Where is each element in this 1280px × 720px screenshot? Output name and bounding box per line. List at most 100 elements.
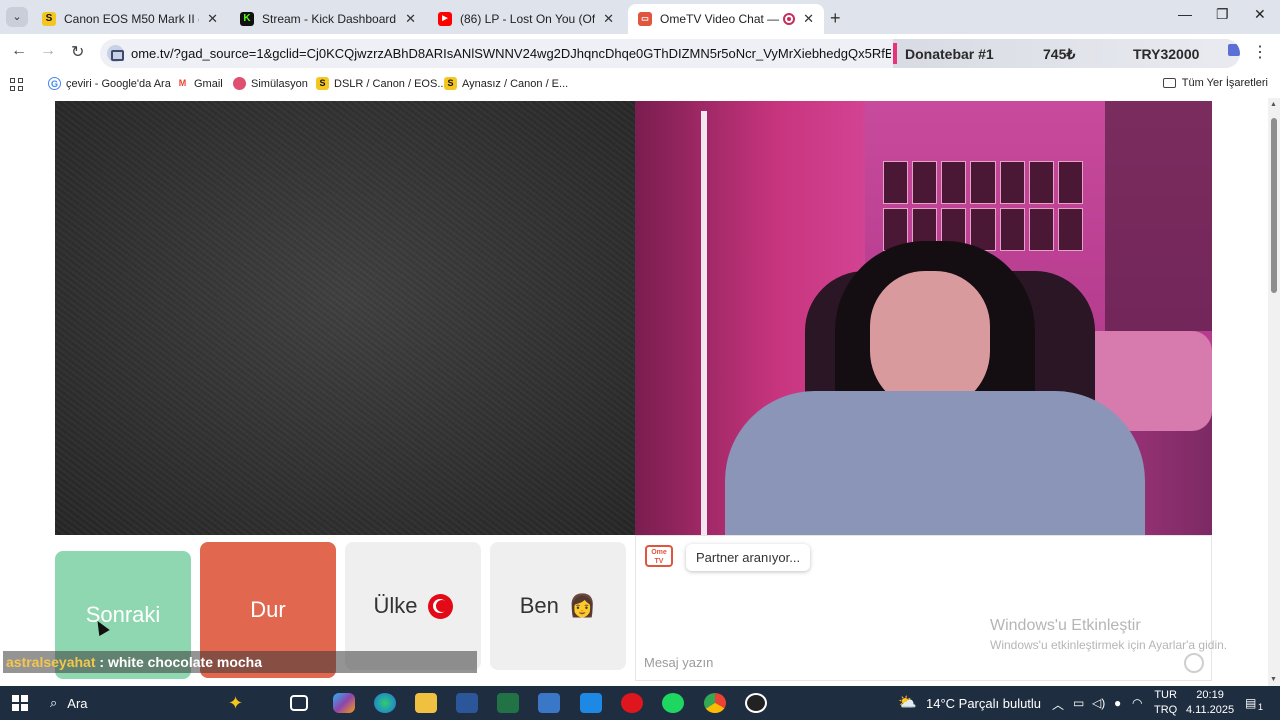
youtube-icon: ▶: [438, 12, 452, 26]
chat-message: : white chocolate mocha: [95, 654, 262, 670]
browser-toolbar: ← → ↻ ome.tv/?gad_source=1&gclid=Cj0KCQj…: [0, 34, 1280, 72]
calculator-icon[interactable]: [538, 693, 560, 713]
partner-video: [635, 101, 1212, 535]
url-text[interactable]: ome.tv/?gad_source=1&gclid=Cj0KCQjwzrzAB…: [131, 46, 891, 61]
tab-title: (86) LP - Lost On You (Official M: [460, 12, 595, 26]
message-input[interactable]: Mesaj yazın: [644, 655, 713, 670]
maximize-button[interactable]: ❐: [1216, 6, 1229, 23]
bookmark-simulation[interactable]: Simülasyon: [233, 77, 308, 90]
bookmark-google[interactable]: G çeviri - Google'da Ara: [48, 77, 171, 90]
microphone-icon[interactable]: ●: [1114, 696, 1121, 710]
bookmark-mirrorless[interactable]: S Aynasız / Canon / E...: [444, 77, 568, 90]
simulation-icon: [233, 77, 246, 90]
donatebar-amount: 745₺: [1043, 46, 1076, 62]
activation-title: Windows'u Etkinleştir: [990, 617, 1141, 634]
site-info-icon[interactable]: [107, 45, 124, 62]
task-view-icon[interactable]: [290, 695, 308, 711]
volume-icon[interactable]: ◁): [1092, 696, 1105, 710]
recording-icon: [783, 13, 796, 25]
stop-label: Dur: [250, 597, 286, 622]
word-icon[interactable]: [456, 693, 478, 713]
country-label: Ülke: [373, 593, 418, 618]
spotify-icon[interactable]: [662, 693, 684, 713]
scrollbar-thumb[interactable]: [1271, 118, 1277, 293]
minimize-button[interactable]: —: [1178, 6, 1192, 22]
activation-subtitle: Windows'u etkinleştirmek için Ayarlar'a …: [990, 638, 1228, 652]
gender-label: Ben: [519, 593, 559, 618]
emoji-icon[interactable]: [1184, 653, 1204, 673]
taskbar-search[interactable]: ⌕ Ara: [50, 695, 88, 711]
donatebar-accent: [893, 43, 897, 64]
close-icon[interactable]: ✕: [603, 11, 614, 27]
address-bar[interactable]: ome.tv/?gad_source=1&gclid=Cj0KCQjwzrzAB…: [100, 39, 1240, 68]
folder-icon: [1162, 78, 1176, 88]
bookmark-label: DSLR / Canon / EOS...: [334, 77, 447, 90]
windows-start-icon[interactable]: [12, 695, 28, 711]
back-button[interactable]: ←: [11, 42, 27, 60]
chat-panel: Ome TV Partner aranıyor... Mesaj yazın: [635, 535, 1212, 681]
excel-icon[interactable]: [497, 693, 519, 713]
browser-menu-icon[interactable]: ⋮: [1252, 42, 1268, 62]
scroll-down-icon[interactable]: ▼: [1270, 676, 1277, 683]
reload-button[interactable]: ↻: [71, 42, 84, 62]
tab-search-button[interactable]: ⌄: [6, 7, 28, 27]
bookmark-label: Simülasyon: [251, 77, 308, 90]
bookmarks-bar: G çeviri - Google'da Ara M Gmail Simülas…: [0, 72, 1280, 98]
donatebar-goal: TRY32000: [1133, 46, 1200, 62]
video-person-body: [725, 391, 1145, 535]
notification-icon[interactable]: ▤: [1245, 696, 1256, 710]
close-icon[interactable]: ✕: [405, 11, 416, 27]
network-icon[interactable]: ▭: [1073, 696, 1084, 710]
kick-icon: K: [240, 12, 254, 26]
apps-grid-icon[interactable]: [10, 78, 23, 91]
video-person-face: [870, 271, 990, 411]
close-icon[interactable]: ✕: [207, 11, 218, 27]
tab-youtube[interactable]: ▶ (86) LP - Lost On You (Official M ✕: [428, 4, 624, 34]
chrome-icon[interactable]: [704, 693, 726, 713]
copilot-icon[interactable]: [333, 693, 355, 713]
close-window-button[interactable]: ✕: [1254, 6, 1266, 23]
own-video: [55, 101, 635, 535]
chat-username: astralseyahat: [6, 654, 96, 670]
scroll-up-icon[interactable]: ▲: [1270, 101, 1277, 108]
all-bookmarks[interactable]: Tüm Yer İşaretleri: [1162, 77, 1268, 89]
partner-status: Partner aranıyor...: [686, 544, 811, 571]
bookmark-dslr[interactable]: S DSLR / Canon / EOS...: [316, 77, 447, 90]
clock-time: 20:19: [1196, 689, 1224, 701]
tab-ometv[interactable]: ▭ OmeTV Video Chat — Ome ✕: [628, 4, 824, 34]
tab-title: Stream - Kick Dashboard: [262, 12, 397, 26]
store-icon[interactable]: [580, 693, 602, 713]
search-label: Ara: [67, 695, 88, 711]
close-icon[interactable]: ✕: [803, 11, 814, 27]
copilot-sparkle-icon[interactable]: ✦: [228, 693, 250, 713]
tab-kick[interactable]: K Stream - Kick Dashboard ✕: [230, 4, 426, 34]
video-posters: [883, 161, 1083, 251]
wifi-icon[interactable]: ◠: [1132, 696, 1142, 710]
ometv-page: Sonraki Dur Ülke Ben 👩 Ome TV Partner ar…: [0, 98, 1268, 686]
page-scrollbar[interactable]: ▲ ▼: [1268, 98, 1280, 686]
weather-text[interactable]: 14°C Parçalı bulutlu: [926, 696, 1041, 711]
tab-canon[interactable]: S Canon EOS M50 Mark II (Kiss M ✕: [32, 4, 228, 34]
tab-strip: ⌄ S Canon EOS M50 Mark II (Kiss M ✕ K St…: [0, 0, 1280, 34]
gender-button[interactable]: Ben 👩: [490, 542, 626, 670]
tab-title: Canon EOS M50 Mark II (Kiss M: [64, 12, 199, 26]
taskbar: ⌕ Ara ✦ ⛅ 14°C Parçalı bulutlu ︿ ▭ ◁) ● …: [0, 686, 1280, 720]
new-tab-button[interactable]: +: [830, 8, 841, 29]
tray-overflow-icon[interactable]: ︿: [1052, 696, 1064, 713]
bookmark-gmail[interactable]: M Gmail: [176, 77, 223, 90]
s-icon: S: [42, 12, 56, 26]
edge-icon[interactable]: [374, 693, 396, 713]
donatebar-name: Donatebar #1: [905, 46, 994, 62]
extension-icon[interactable]: [1228, 44, 1240, 56]
notification-count: 1: [1258, 702, 1264, 712]
ometv-logo-icon: Ome TV: [645, 545, 673, 567]
windows-activation-watermark: Windows'u Etkinleştir Windows'u etkinleş…: [990, 617, 1227, 652]
forward-button[interactable]: →: [40, 42, 56, 60]
file-explorer-icon[interactable]: [415, 693, 437, 713]
bookmark-label: Aynasız / Canon / E...: [462, 77, 569, 90]
language-indicator[interactable]: TUR TRQ: [1154, 688, 1177, 718]
weather-icon: ⛅: [898, 694, 917, 711]
taskbar-clock[interactable]: 20:19 4.11.2025: [1186, 688, 1234, 718]
obs-icon[interactable]: [745, 693, 767, 713]
opera-icon[interactable]: [621, 693, 643, 713]
